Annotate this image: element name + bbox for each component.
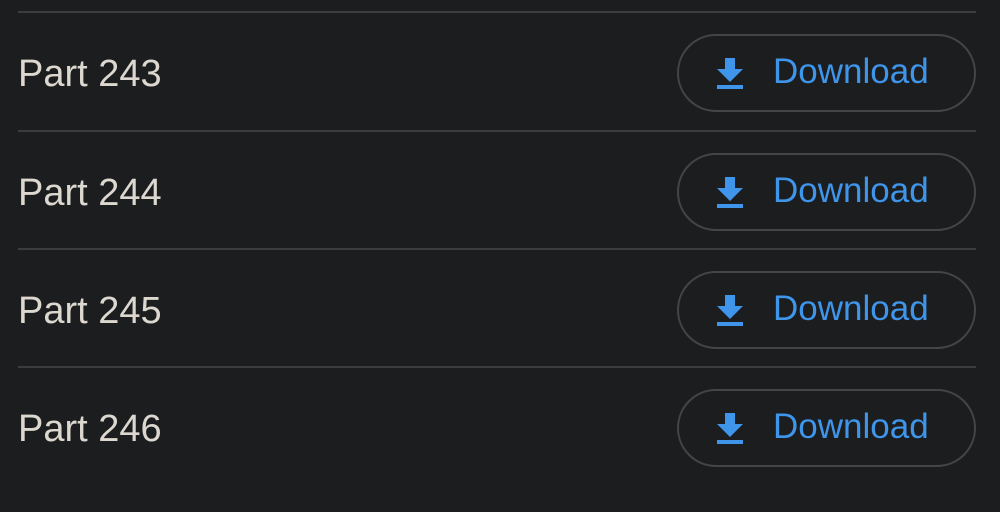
download-button[interactable]: Download [677, 34, 976, 112]
download-button[interactable]: Download [677, 389, 976, 467]
download-button[interactable]: Download [677, 271, 976, 349]
download-label: Download [773, 171, 929, 210]
download-label: Download [773, 407, 929, 446]
part-label: Part 243 [18, 53, 162, 95]
list-item: Part 246 Download [18, 366, 976, 484]
download-icon [717, 295, 743, 326]
download-icon [717, 58, 743, 89]
list-item: Part 245 Download [18, 248, 976, 366]
part-label: Part 245 [18, 290, 162, 332]
download-label: Download [773, 52, 929, 91]
download-button[interactable]: Download [677, 153, 976, 231]
parts-list: Part 243 Download Part 244 Download Part… [18, 11, 976, 484]
download-icon [717, 177, 743, 208]
download-label: Download [773, 289, 929, 328]
list-item: Part 243 Download [18, 11, 976, 130]
list-item: Part 244 Download [18, 130, 976, 248]
part-label: Part 246 [18, 408, 162, 450]
download-icon [717, 413, 743, 444]
part-label: Part 244 [18, 172, 162, 214]
